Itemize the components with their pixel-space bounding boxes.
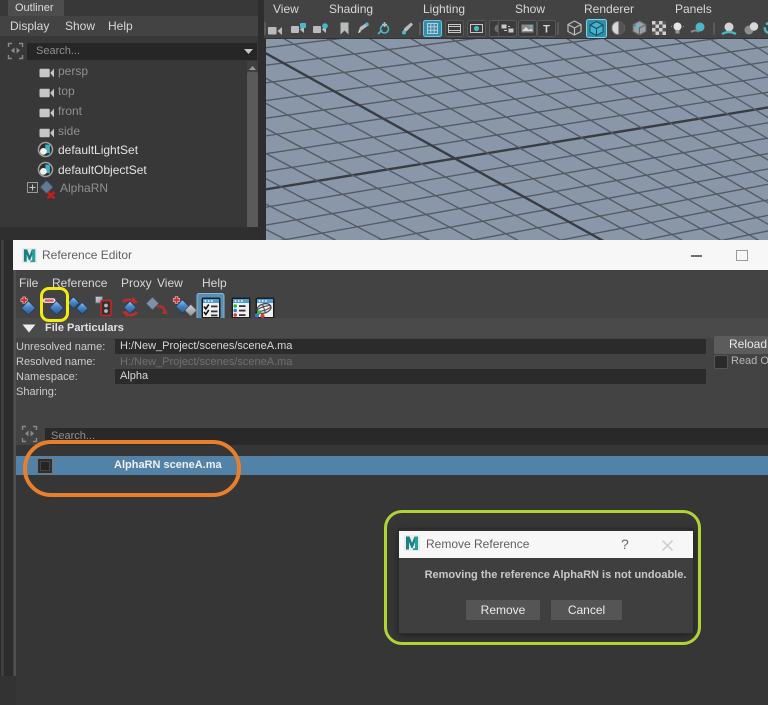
svg-text:T: T: [543, 24, 550, 36]
